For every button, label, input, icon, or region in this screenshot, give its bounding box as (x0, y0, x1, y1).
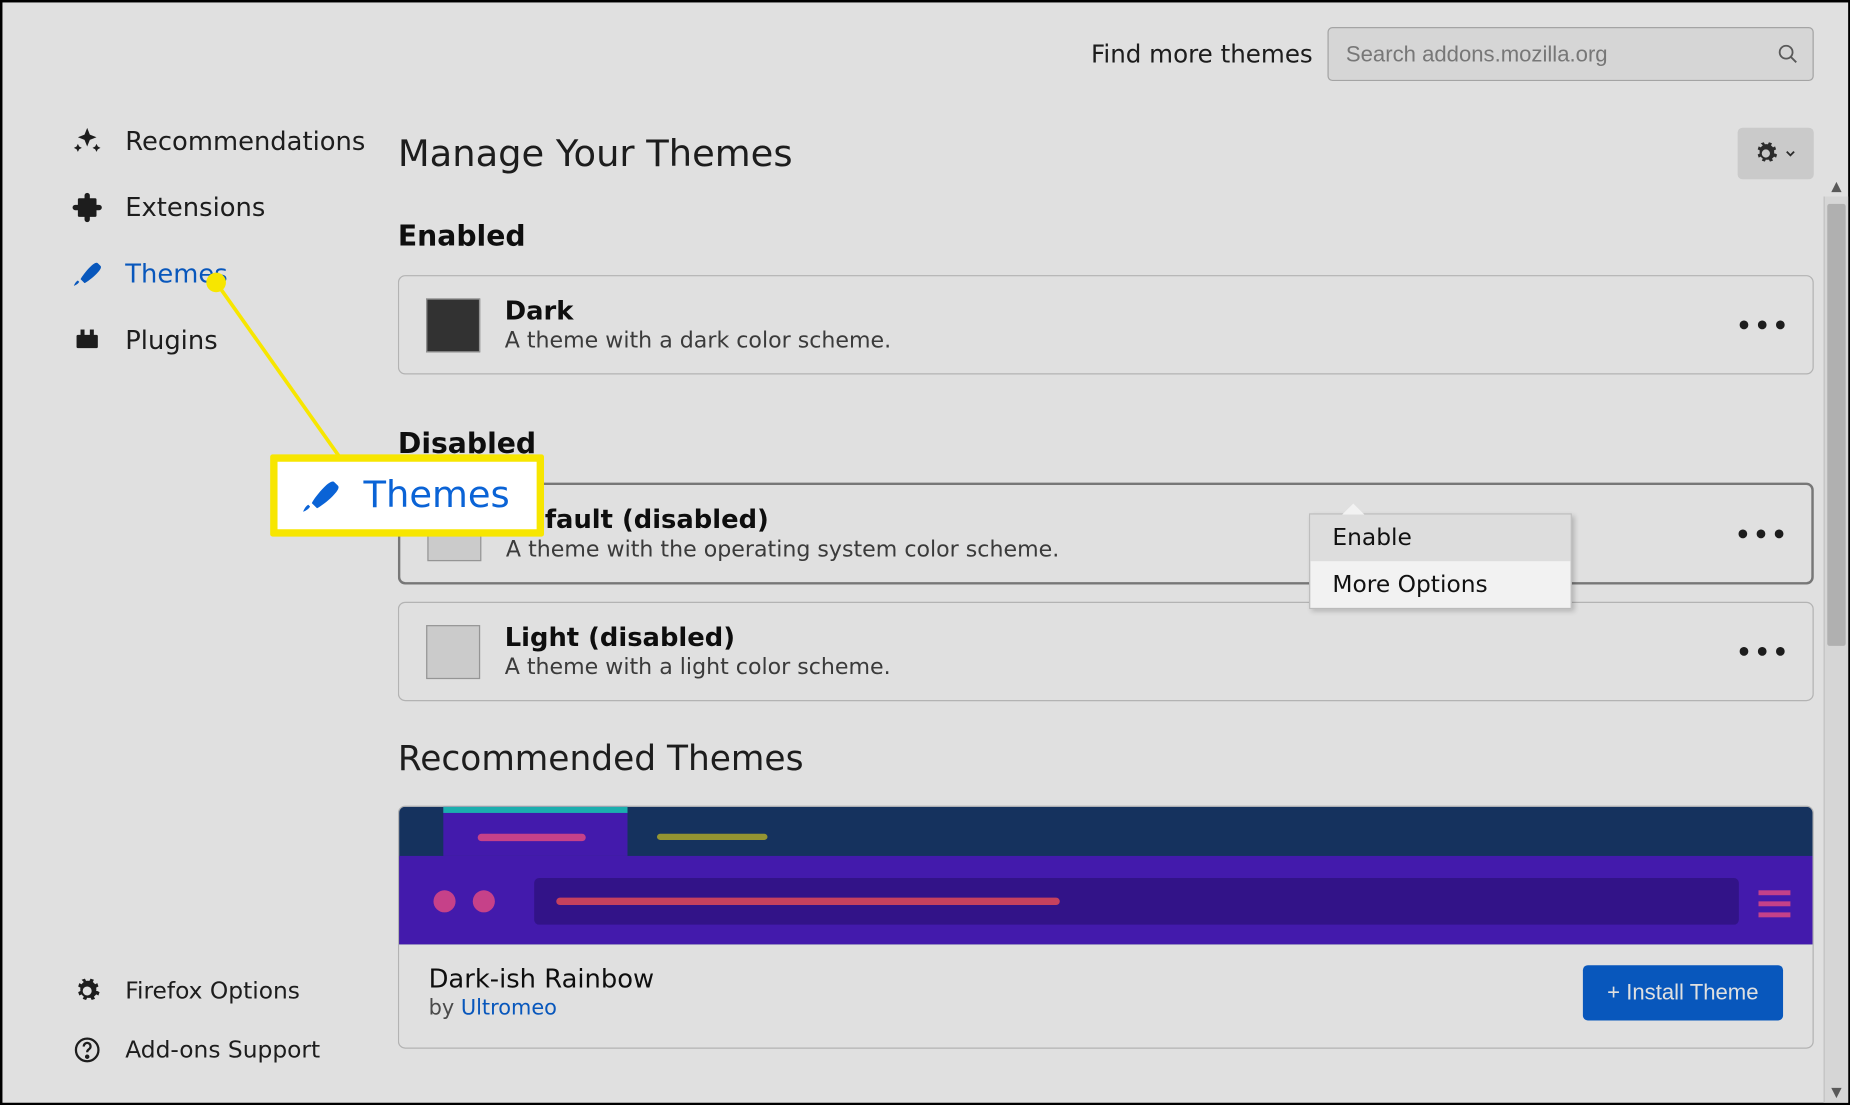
sidebar-item-firefox-options[interactable]: Firefox Options (71, 975, 398, 1007)
theme-card-light[interactable]: Light (disabled) A theme with a light co… (398, 602, 1814, 701)
theme-thumbnail (426, 624, 480, 678)
sidebar-item-recommendations[interactable]: Recommendations (71, 125, 398, 157)
theme-description: A theme with a light color scheme. (505, 655, 1717, 681)
theme-card-default[interactable]: Default (disabled) A theme with the oper… (398, 483, 1814, 585)
sparkle-icon (71, 125, 103, 157)
vertical-scrollbar[interactable]: ▲ ▼ (1824, 196, 1849, 1102)
sidebar-item-themes[interactable]: Themes (71, 258, 398, 290)
scrollbar-thumb[interactable] (1827, 204, 1845, 646)
theme-name: Light (disabled) (505, 623, 1717, 652)
theme-thumbnail (426, 298, 480, 352)
search-icon[interactable] (1777, 43, 1799, 65)
context-menu-enable[interactable]: Enable (1310, 515, 1570, 562)
enabled-heading: Enabled (398, 221, 1814, 253)
context-menu-more-options[interactable]: More Options (1310, 561, 1570, 608)
recommended-heading: Recommended Themes (398, 738, 1814, 779)
more-options-button[interactable]: ••• (1741, 633, 1785, 670)
context-menu: Enable More Options (1309, 513, 1572, 609)
sidebar-item-label: Recommendations (125, 126, 365, 155)
sidebar-item-label: Themes (125, 259, 227, 288)
sidebar-item-label: Extensions (125, 193, 265, 222)
scroll-down-icon[interactable]: ▼ (1825, 1081, 1848, 1103)
more-options-button[interactable]: ••• (1741, 306, 1785, 343)
scroll-up-icon[interactable]: ▲ (1825, 174, 1848, 196)
callout-label: Themes (363, 474, 509, 517)
sidebar-item-extensions[interactable]: Extensions (71, 192, 398, 224)
plug-icon (71, 324, 103, 356)
sidebar-item-addons-support[interactable]: Add-ons Support (71, 1034, 398, 1066)
chevron-down-icon (1783, 146, 1798, 161)
author-link[interactable]: Ultromeo (461, 996, 557, 1021)
page-title: Manage Your Themes (398, 132, 793, 175)
brush-icon (300, 475, 342, 517)
search-wrapper (1327, 27, 1813, 81)
theme-name: Dark (505, 296, 1717, 325)
install-theme-button[interactable]: + Install Theme (1583, 965, 1783, 1020)
puzzle-icon (71, 192, 103, 224)
settings-button[interactable] (1738, 128, 1814, 180)
sidebar-item-label: Plugins (125, 325, 217, 354)
gear-icon (1754, 141, 1779, 166)
sidebar-item-label: Firefox Options (125, 977, 300, 1004)
recommended-theme-name: Dark-ish Rainbow (429, 964, 655, 993)
find-more-label: Find more themes (1091, 39, 1313, 68)
sidebar-item-label: Add-ons Support (125, 1036, 320, 1063)
more-options-button[interactable]: ••• (1740, 515, 1784, 552)
recommended-theme-card[interactable]: Dark-ish Rainbow by Ultromeo + Install T… (398, 806, 1814, 1049)
search-input[interactable] (1327, 27, 1813, 81)
callout-annotation: Themes (270, 454, 544, 536)
theme-preview (399, 807, 1812, 945)
main-content: Manage Your Themes Enabled Dark A theme … (398, 93, 1848, 1102)
gear-icon (71, 975, 103, 1007)
sidebar-item-plugins[interactable]: Plugins (71, 324, 398, 356)
recommended-theme-author: by Ultromeo (429, 996, 655, 1021)
hamburger-icon (1758, 890, 1790, 917)
theme-card-dark[interactable]: Dark A theme with a dark color scheme. •… (398, 275, 1814, 374)
sidebar: Recommendations Extensions Themes (2, 93, 397, 1102)
help-icon (71, 1034, 103, 1066)
brush-icon (71, 258, 103, 290)
theme-description: A theme with a dark color scheme. (505, 328, 1717, 354)
disabled-heading: Disabled (398, 429, 1814, 461)
